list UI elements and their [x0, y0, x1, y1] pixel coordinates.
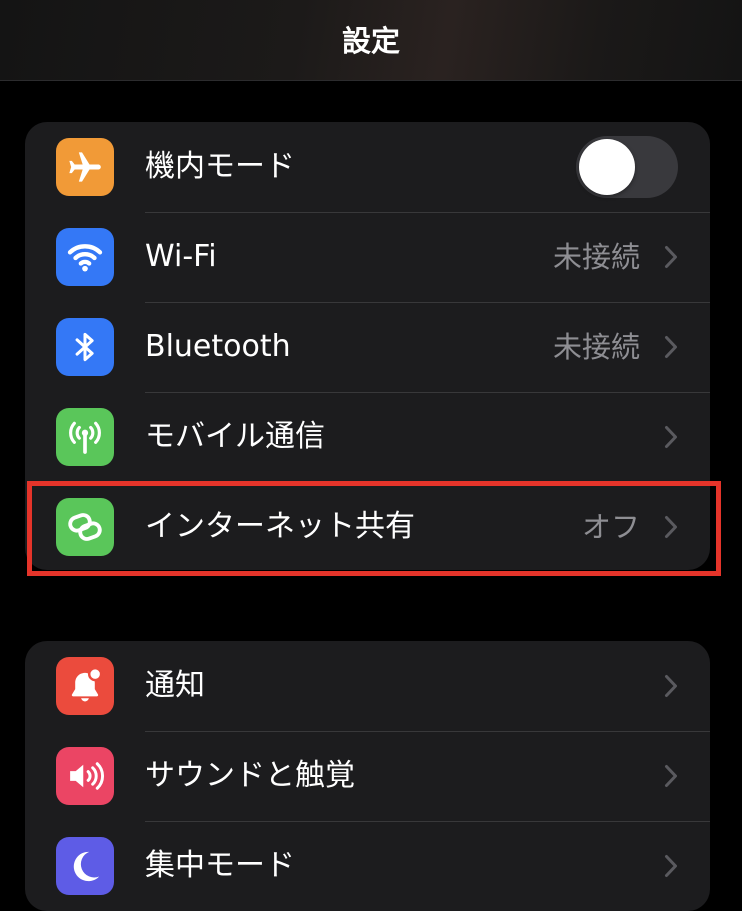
- row-label: インターネット共有: [145, 509, 415, 544]
- row-label: 通知: [145, 668, 205, 703]
- airplane-icon: [56, 138, 114, 196]
- row-label: 集中モード: [145, 848, 295, 883]
- chevron-right-icon: [665, 426, 677, 448]
- chevron-right-icon: [665, 336, 677, 358]
- row-value: 未接続: [552, 330, 640, 364]
- wifi-icon: [56, 228, 114, 286]
- settings-row-airplane-mode[interactable]: 機内モード: [25, 122, 710, 212]
- settings-group-connectivity: 機内モード Wi-Fi 未接続 Bluetooth 未接続 モバイル通信 インタ…: [25, 122, 710, 570]
- chevron-right-icon: [665, 516, 677, 538]
- chevron-right-icon: [665, 765, 677, 787]
- settings-row-wifi[interactable]: Wi-Fi 未接続: [25, 212, 710, 302]
- chevron-right-icon: [665, 675, 677, 697]
- row-label: 機内モード: [145, 149, 295, 184]
- bell-icon: [56, 657, 114, 715]
- settings-row-bluetooth[interactable]: Bluetooth 未接続: [25, 302, 710, 392]
- airplane-mode-toggle[interactable]: [576, 136, 678, 198]
- page-title: 設定: [341, 24, 400, 58]
- navigation-bar: 設定: [0, 0, 742, 81]
- row-label: Bluetooth: [145, 329, 291, 364]
- row-value: 未接続: [552, 240, 640, 274]
- row-label: サウンドと触覚: [145, 758, 355, 793]
- chevron-right-icon: [665, 855, 677, 877]
- settings-group-notifications: 通知 サウンドと触覚 集中モード: [25, 641, 710, 911]
- settings-row-personal-hotspot[interactable]: インターネット共有 オフ: [25, 482, 710, 570]
- chain-link-icon: [56, 498, 114, 556]
- row-label: Wi-Fi: [145, 239, 217, 274]
- toggle-knob: [579, 139, 635, 195]
- settings-row-sounds-haptics[interactable]: サウンドと触覚: [25, 731, 710, 821]
- chevron-right-icon: [665, 246, 677, 268]
- bluetooth-icon: [56, 318, 114, 376]
- moon-icon: [56, 837, 114, 895]
- row-label: モバイル通信: [145, 419, 325, 454]
- row-value: オフ: [581, 510, 640, 544]
- settings-row-mobile-data[interactable]: モバイル通信: [25, 392, 710, 482]
- speaker-icon: [56, 747, 114, 805]
- settings-row-notifications[interactable]: 通知: [25, 641, 710, 731]
- antenna-icon: [56, 408, 114, 466]
- settings-row-focus[interactable]: 集中モード: [25, 821, 710, 911]
